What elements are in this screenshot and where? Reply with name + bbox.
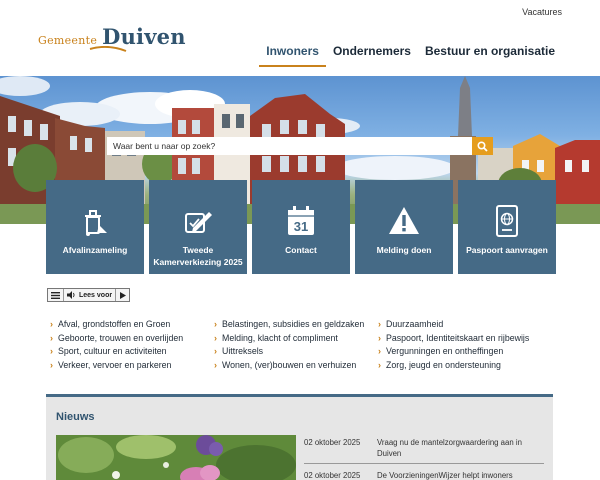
quick-tiles: Afvalinzameling Tweede Kamerverkiezing 2… xyxy=(46,180,556,274)
topic-links: › Afval, grondstoffen en Groen › Geboorte,… xyxy=(50,318,570,372)
tile-contact[interactable]: 31 Contact xyxy=(252,180,350,274)
readspeaker-menu-button[interactable] xyxy=(48,289,64,301)
topic-link[interactable]: › Verkeer, vervoer en parkeren xyxy=(50,359,214,373)
calendar-day-number: 31 xyxy=(294,219,308,234)
topic-link[interactable]: › Duurzaamheid xyxy=(378,318,568,332)
topic-link[interactable]: › Geboorte, trouwen en overlijden xyxy=(50,332,214,346)
news-photo[interactable] xyxy=(56,435,296,480)
news-date: 02 oktober 2025 xyxy=(304,438,361,447)
vacatures-link[interactable]: Vacatures xyxy=(522,7,562,17)
news-date: 02 oktober 2025 xyxy=(304,471,361,480)
topic-link[interactable]: › Afval, grondstoffen en Groen xyxy=(50,318,214,332)
news-heading: Nieuws xyxy=(56,411,95,423)
calendar-31-icon: 31 xyxy=(285,204,317,238)
tile-melding-doen[interactable]: Melding doen xyxy=(355,180,453,274)
gemeente-duiven-logo[interactable]: Gemeente Duiven xyxy=(38,24,186,52)
chevron-right-icon: › xyxy=(378,319,381,329)
passport-icon xyxy=(491,204,523,238)
main-navigation: Inwoners Ondernemers Bestuur en organisa… xyxy=(259,43,562,67)
search-input[interactable] xyxy=(107,137,472,155)
search-icon xyxy=(477,140,488,152)
tile-label: Contact xyxy=(285,245,317,255)
topic-link[interactable]: › Melding, klacht of compliment xyxy=(214,332,378,346)
topic-link[interactable]: › Uittreksels xyxy=(214,345,378,359)
chevron-right-icon: › xyxy=(214,359,217,370)
speaker-icon xyxy=(67,291,75,299)
chevron-right-icon: › xyxy=(50,359,53,370)
news-item[interactable]: 02 oktober 2025 Vraag nu de mantelzorgwa… xyxy=(304,437,544,464)
menu-icon xyxy=(51,291,60,299)
chevron-right-icon: › xyxy=(50,319,53,329)
topic-link[interactable]: › Vergunningen en ontheffingen xyxy=(378,345,568,359)
tile-label: Melding doen xyxy=(376,245,432,255)
flower-photo xyxy=(56,435,296,480)
nav-inwoners[interactable]: Inwoners xyxy=(259,43,326,67)
waste-bin-icon xyxy=(79,204,111,238)
topic-link[interactable]: › Wonen, (ver)bouwen en verhuizen xyxy=(214,359,378,373)
search-bar xyxy=(107,137,493,155)
chevron-right-icon: › xyxy=(214,319,217,329)
readspeaker-bar: Lees voor xyxy=(47,288,131,302)
tile-paspoort-aanvragen[interactable]: Paspoort aanvragen xyxy=(458,180,556,274)
news-section: Nieuws 02 oktober 2025 Vraag nu de mante… xyxy=(46,394,553,480)
ballot-pencil-icon xyxy=(182,204,214,238)
logo-swoosh-icon xyxy=(89,46,127,52)
chevron-right-icon: › xyxy=(50,332,53,343)
tile-afvalinzameling[interactable]: Afvalinzameling xyxy=(46,180,144,274)
site-header: Vacatures Gemeente Duiven Inwoners Onder… xyxy=(0,0,600,76)
chevron-right-icon: › xyxy=(214,346,217,356)
readspeaker-play-button[interactable] xyxy=(116,289,129,301)
tile-tweede-kamerverkiezing[interactable]: Tweede Kamerverkiezing 2025 xyxy=(149,180,247,274)
readspeaker-listen-button[interactable]: Lees voor xyxy=(64,289,117,301)
news-list: 02 oktober 2025 Vraag nu de mantelzorgwa… xyxy=(304,437,544,480)
topic-column-2: › Belastingen, subsidies en geldzaken › Me… xyxy=(214,318,378,372)
play-icon xyxy=(120,291,127,299)
chevron-right-icon: › xyxy=(378,346,381,356)
chevron-right-icon: › xyxy=(214,332,217,343)
topic-link[interactable]: › Belastingen, subsidies en geldzaken xyxy=(214,318,378,332)
nav-bestuur-en-organisatie[interactable]: Bestuur en organisatie xyxy=(418,43,562,67)
chevron-right-icon: › xyxy=(50,346,53,356)
tile-label: Paspoort aanvragen xyxy=(466,245,548,255)
search-button[interactable] xyxy=(472,137,493,155)
tile-label: Afvalinzameling xyxy=(62,245,128,255)
chevron-right-icon: › xyxy=(378,359,381,370)
tile-label: Tweede Kamerverkiezing 2025 xyxy=(153,245,243,267)
news-item[interactable]: 02 oktober 2025 De VoorzieningenWijzer h… xyxy=(304,470,544,480)
nav-ondernemers[interactable]: Ondernemers xyxy=(326,43,418,67)
topic-column-1: › Afval, grondstoffen en Groen › Geboorte,… xyxy=(50,318,214,372)
news-headline[interactable]: Vraag nu de mantelzorgwaardering aan in … xyxy=(377,437,544,459)
news-headline[interactable]: De VoorzieningenWijzer helpt inwoners xyxy=(377,470,544,480)
topic-link[interactable]: › Paspoort, Identiteitskaart en rijbewijs xyxy=(378,332,568,346)
topic-link[interactable]: › Sport, cultuur en activiteiten xyxy=(50,345,214,359)
readspeaker-label: Lees voor xyxy=(79,291,113,299)
topic-link[interactable]: › Zorg, jeugd en ondersteuning xyxy=(378,359,568,373)
topic-column-3: › Duurzaamheid › Paspoort, Identiteitskaar… xyxy=(378,318,568,372)
chevron-right-icon: › xyxy=(378,332,381,343)
warning-icon xyxy=(388,204,420,238)
